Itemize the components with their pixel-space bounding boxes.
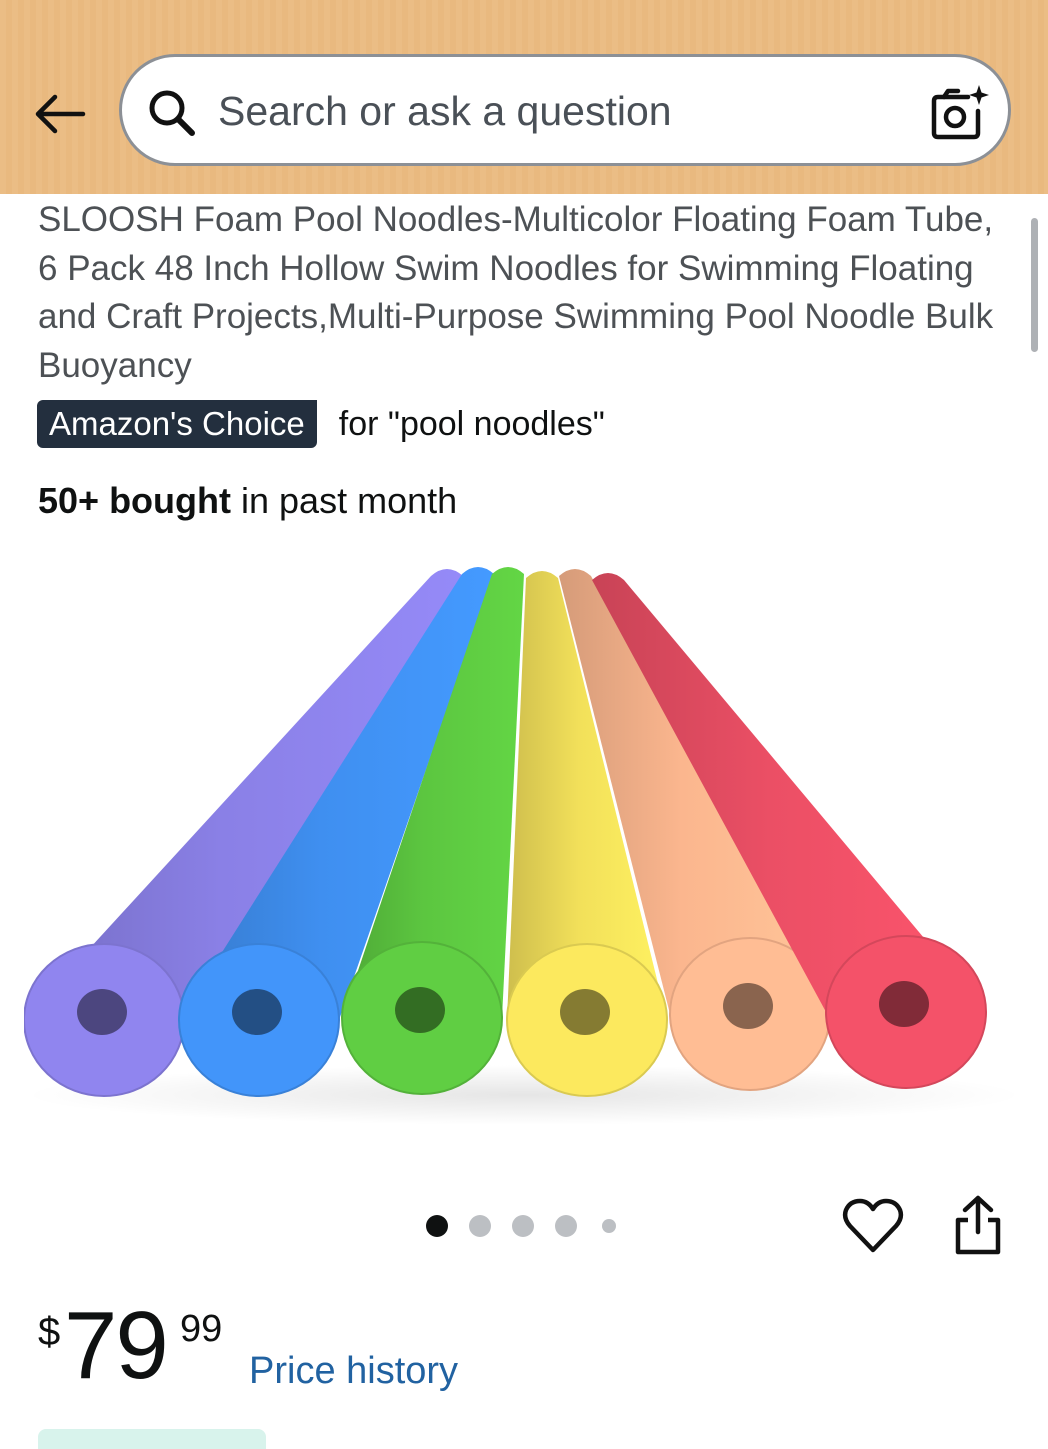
carousel-dot[interactable]	[555, 1215, 577, 1237]
arrow-left-icon	[35, 94, 86, 134]
product-title: SLOOSH Foam Pool Noodles-Multicolor Floa…	[38, 200, 994, 385]
carousel-dot[interactable]	[512, 1215, 534, 1237]
back-button[interactable]	[28, 88, 90, 140]
product-image[interactable]	[24, 550, 1024, 1130]
noodle-hole	[879, 981, 929, 1027]
top-header	[0, 0, 1048, 194]
noodle-hole	[723, 983, 773, 1029]
search-input[interactable]	[218, 77, 908, 145]
badge-keyword: for "pool noodles"	[338, 404, 605, 443]
heart-outline-icon[interactable]	[842, 1196, 904, 1256]
magnifier-icon[interactable]	[146, 87, 198, 139]
carousel-dot[interactable]	[426, 1215, 448, 1237]
noodle-hole	[77, 989, 127, 1035]
bottom-chip[interactable]	[38, 1429, 266, 1449]
carousel-dot[interactable]	[602, 1219, 616, 1233]
price-history-link[interactable]: Price history	[249, 1350, 458, 1393]
price-fraction: 99	[180, 1308, 223, 1350]
camera-sparkle-icon[interactable]	[928, 83, 990, 143]
noodle-hole	[560, 989, 610, 1035]
price-currency: $	[38, 1310, 61, 1354]
noodle-hole	[232, 989, 282, 1035]
search-bar[interactable]	[119, 54, 1011, 166]
bought-number: 50+ bought	[38, 480, 232, 521]
amazons-choice-badge[interactable]: Amazon's Choice	[37, 400, 317, 448]
carousel-dot[interactable]	[469, 1215, 491, 1237]
amazons-choice-row[interactable]: Amazon's Choice for "pool noodles"	[37, 400, 605, 448]
bought-count: 50+ bought in past month	[38, 480, 457, 522]
noodle-hole	[395, 987, 445, 1033]
share-icon[interactable]	[950, 1194, 1006, 1256]
price-whole: 79	[64, 1292, 169, 1399]
scrollbar[interactable]	[1031, 218, 1038, 352]
bought-period: in past month	[231, 480, 458, 521]
image-carousel-dots[interactable]	[426, 1213, 637, 1239]
